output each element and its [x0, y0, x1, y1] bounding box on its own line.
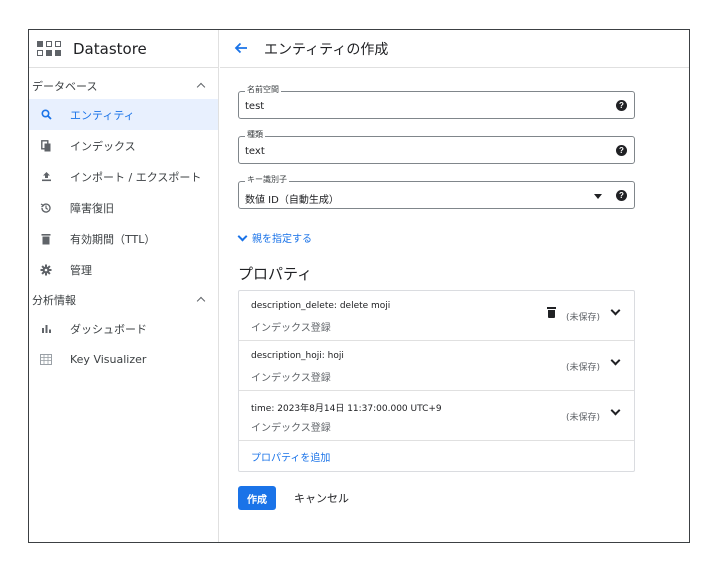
help-icon[interactable]: ?: [616, 100, 627, 111]
add-property-link[interactable]: プロパティを追加: [239, 441, 634, 471]
sidebar-item-label: ダッシュボード: [70, 322, 147, 336]
key-identifier-label: キー識別子: [245, 175, 289, 185]
key-identifier-select[interactable]: キー識別子 数値 ID（自動生成） ?: [238, 175, 635, 209]
section-analytics-label: 分析情報: [32, 294, 76, 307]
sidebar-item-ttl[interactable]: 有効期間（TTL）: [29, 223, 218, 254]
dropdown-arrow-icon: [594, 194, 602, 199]
section-database-toggle[interactable]: データベース: [29, 73, 218, 99]
history-icon: [39, 201, 53, 215]
properties-heading: プロパティ: [238, 265, 313, 283]
page-title: エンティティの作成: [264, 41, 389, 58]
sidebar-item-label: インポート / エクスポート: [70, 170, 202, 184]
back-arrow-icon[interactable]: [234, 39, 248, 58]
kind-label: 種類: [245, 130, 265, 140]
sidebar-item-label: Key Visualizer: [70, 353, 147, 366]
property-indexed: インデックス登録: [251, 423, 331, 434]
property-status: (未保存): [565, 363, 600, 373]
property-indexed: インデックス登録: [251, 323, 331, 334]
property-row[interactable]: time: 2023年8月14日 11:37:00.000 UTC+9 インデッ…: [239, 391, 634, 441]
namespace-label: 名前空間: [245, 85, 281, 95]
sidebar-item-indexes[interactable]: インデックス: [29, 130, 218, 161]
namespace-value: test: [245, 101, 265, 112]
brand-header: Datastore: [29, 30, 218, 68]
chevron-up-icon: [196, 295, 206, 305]
namespace-field[interactable]: 名前空間 test ?: [238, 85, 635, 119]
page-header: エンティティの作成: [220, 30, 689, 68]
sidebar-item-import-export[interactable]: インポート / エクスポート: [29, 161, 218, 192]
property-key: time: 2023年8月14日 11:37:00.000 UTC+9: [251, 404, 442, 414]
kind-value: text: [245, 146, 265, 157]
specify-parent-link[interactable]: 親を指定する: [238, 230, 312, 245]
bar-chart-icon: [39, 322, 53, 336]
delete-icon[interactable]: [547, 307, 556, 318]
property-status: (未保存): [565, 413, 600, 423]
property-indexed: インデックス登録: [251, 373, 331, 384]
expand-chevron-icon[interactable]: [610, 357, 620, 367]
sidebar-item-disaster-recovery[interactable]: 障害復旧: [29, 192, 218, 223]
help-icon[interactable]: ?: [616, 190, 627, 201]
trash-icon: [39, 232, 53, 246]
sidebar-item-dashboard[interactable]: ダッシュボード: [29, 313, 218, 344]
sidebar-item-label: 障害復旧: [70, 201, 114, 215]
property-row[interactable]: description_delete: delete moji インデックス登録…: [239, 291, 634, 341]
key-identifier-value: 数値 ID（自動生成）: [245, 195, 339, 206]
datastore-logo-icon: [37, 40, 61, 57]
section-analytics-toggle[interactable]: 分析情報: [29, 287, 218, 313]
sidebar-item-label: インデックス: [70, 139, 136, 153]
sidebar-item-label: 管理: [70, 263, 92, 277]
gear-icon: [39, 263, 53, 277]
chevron-down-icon: [238, 234, 246, 242]
heatmap-icon: [39, 353, 53, 367]
property-key: description_hoji: hoji: [251, 351, 344, 361]
property-row[interactable]: description_hoji: hoji インデックス登録 (未保存): [239, 341, 634, 391]
specify-parent-label: 親を指定する: [252, 234, 312, 245]
chevron-up-icon: [196, 81, 206, 91]
expand-chevron-icon[interactable]: [610, 307, 620, 317]
sidebar-item-admin[interactable]: 管理: [29, 254, 218, 285]
cancel-button[interactable]: キャンセル: [294, 486, 349, 510]
upload-icon: [39, 170, 53, 184]
main-panel: エンティティの作成 名前空間 test ? 種類 text ? キー識別子 数値…: [220, 30, 689, 542]
search-icon: [39, 108, 53, 122]
property-status: (未保存): [565, 313, 600, 323]
expand-chevron-icon[interactable]: [610, 407, 620, 417]
app-title: Datastore: [73, 39, 147, 58]
app-window: Datastore データベース エンティティ インデックス インポート / エ…: [28, 29, 690, 543]
sidebar: Datastore データベース エンティティ インデックス インポート / エ…: [29, 30, 219, 542]
sidebar-item-label: エンティティ: [70, 108, 135, 122]
section-database-label: データベース: [32, 80, 98, 93]
property-key: description_delete: delete moji: [251, 301, 391, 311]
create-button[interactable]: 作成: [238, 486, 276, 510]
properties-list: description_delete: delete moji インデックス登録…: [238, 290, 635, 472]
help-icon[interactable]: ?: [616, 145, 627, 156]
index-icon: [39, 139, 53, 153]
kind-field[interactable]: 種類 text ?: [238, 130, 635, 164]
sidebar-item-label: 有効期間（TTL）: [70, 232, 156, 246]
sidebar-item-key-visualizer[interactable]: Key Visualizer: [29, 344, 218, 375]
sidebar-item-entities[interactable]: エンティティ: [29, 99, 218, 130]
